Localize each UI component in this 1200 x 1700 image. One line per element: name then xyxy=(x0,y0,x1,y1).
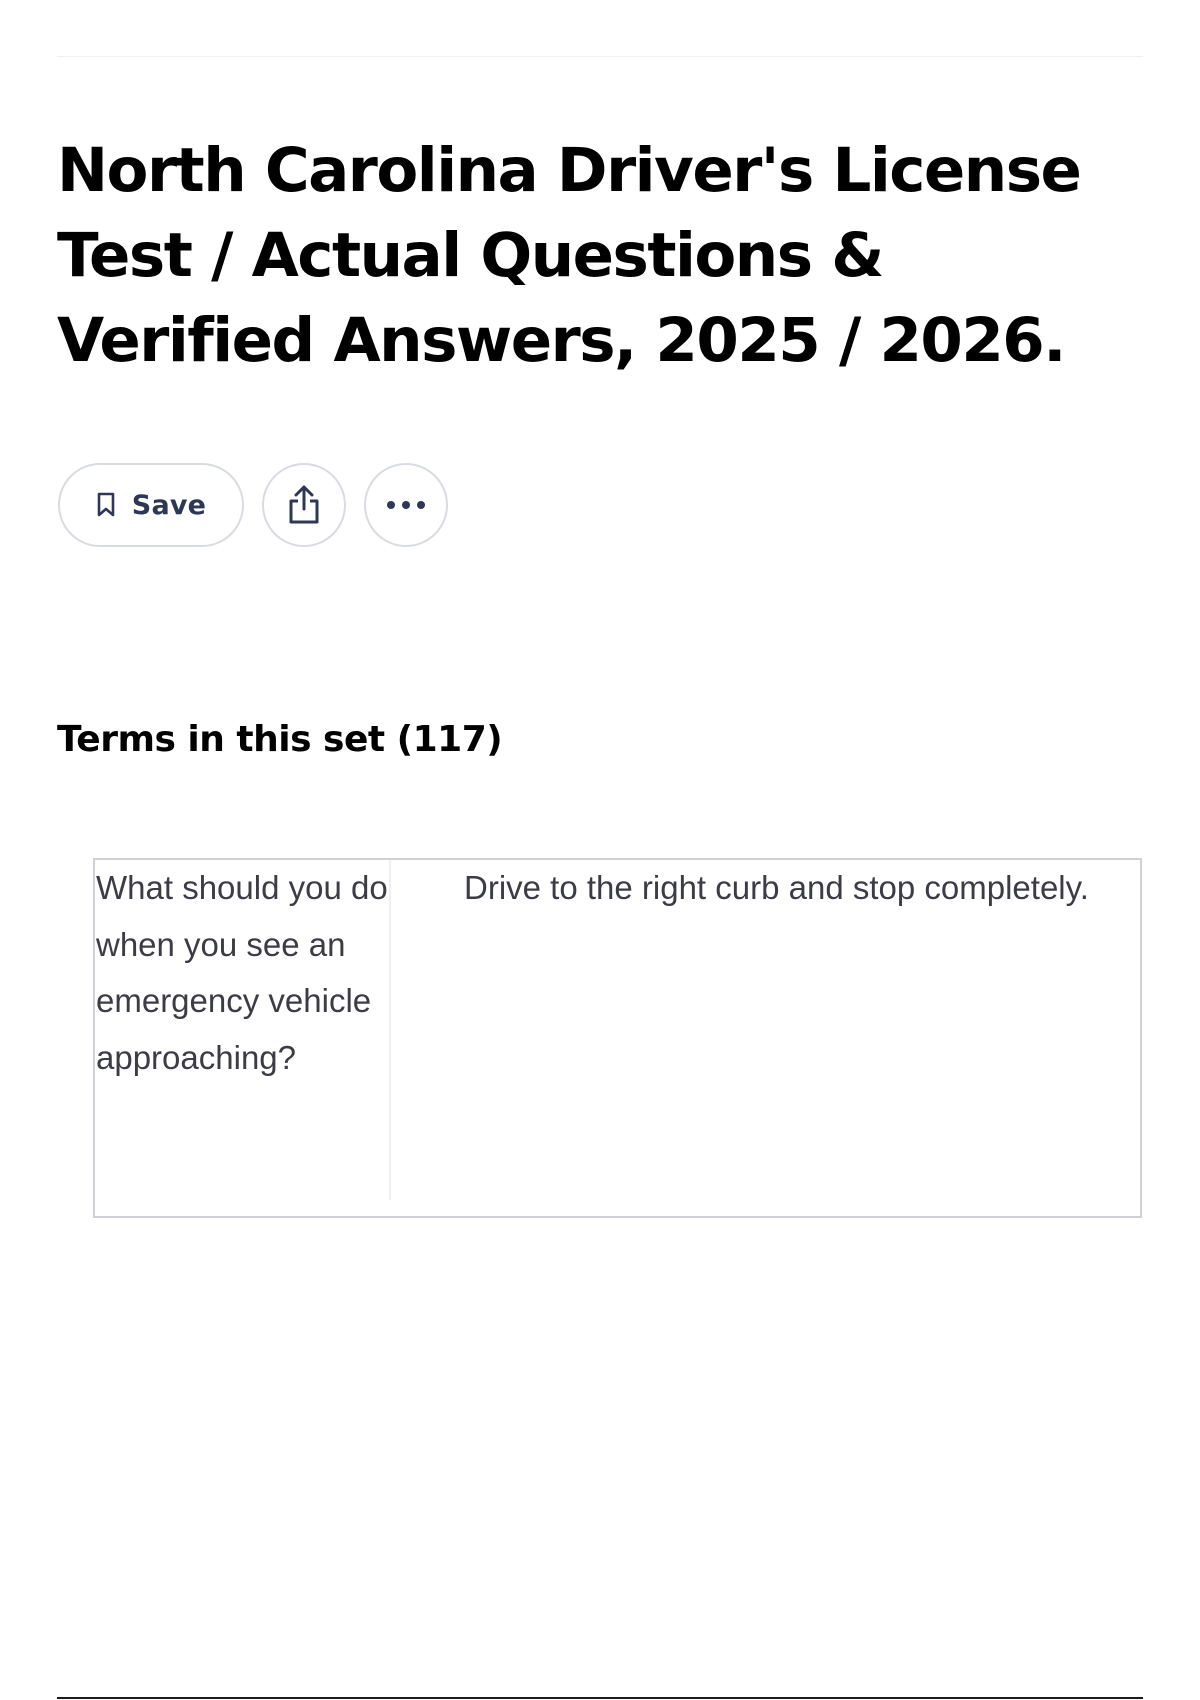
save-button-label: Save xyxy=(131,489,207,521)
bookmark-icon xyxy=(96,492,116,518)
term-card[interactable]: What should you do when you see an emerg… xyxy=(93,858,1142,1218)
share-icon xyxy=(286,485,322,525)
top-divider xyxy=(57,56,1143,57)
page-title: North Carolina Driver's License Test / A… xyxy=(57,135,1082,376)
terms-heading: Terms in this set (117) xyxy=(57,719,503,760)
share-button[interactable] xyxy=(262,463,346,547)
save-button[interactable]: Save xyxy=(58,463,244,547)
definition-text: Drive to the right curb and stop complet… xyxy=(464,869,1089,906)
more-horizontal-icon xyxy=(386,500,426,510)
more-options-button[interactable] xyxy=(364,463,448,547)
bottom-divider xyxy=(57,1697,1143,1699)
term-text: What should you do when you see an emerg… xyxy=(95,860,391,1200)
action-bar: Save xyxy=(58,463,466,547)
